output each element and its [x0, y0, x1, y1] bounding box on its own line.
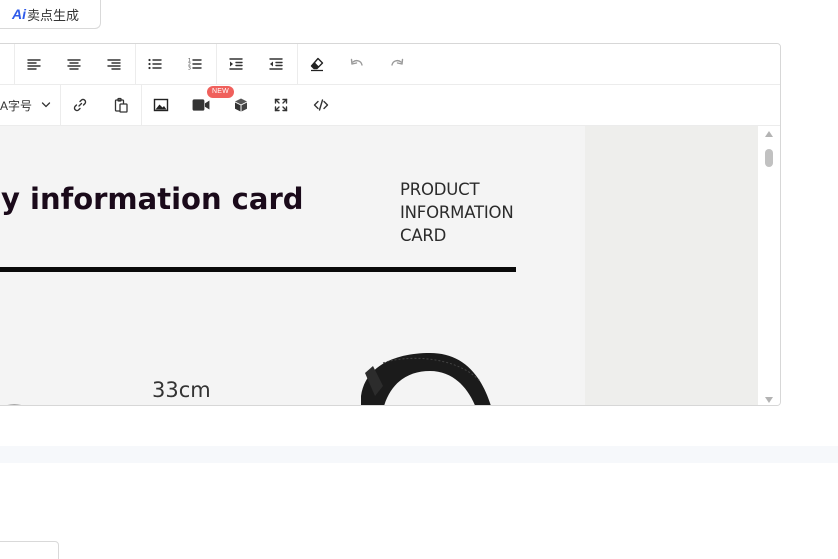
product-bag-strap-image	[361, 353, 491, 405]
clear-format-button[interactable]	[297, 44, 337, 84]
align-center-button[interactable]	[54, 44, 94, 84]
ai-selling-point-button[interactable]: Ai 卖点生成	[0, 0, 101, 29]
align-left-button[interactable]	[14, 44, 54, 84]
code-icon	[313, 99, 329, 111]
cube-icon	[235, 98, 247, 112]
card-subtitle-line: PRODUCT	[400, 180, 480, 199]
bottom-input-box[interactable]	[0, 541, 59, 559]
bullet-list-icon	[148, 58, 162, 70]
scroll-down-arrow-icon[interactable]	[764, 396, 774, 404]
toolbar-row-insert: A字号 NEW	[0, 85, 780, 126]
eraser-icon	[310, 57, 324, 72]
rich-text-editor: 123 A字号 NEW y information card PRODUCT I…	[0, 43, 781, 406]
paste-button[interactable]	[101, 85, 141, 125]
undo-icon	[350, 58, 363, 66]
ai-button-label: 卖点生成	[27, 7, 80, 23]
image-icon	[153, 98, 169, 112]
numbered-list-icon: 123	[188, 58, 202, 72]
card-subtitle-line: INFORMATION	[400, 203, 514, 222]
svg-text:3: 3	[188, 66, 191, 72]
outdent-button[interactable]	[256, 44, 296, 84]
numbered-list-button[interactable]: 123	[175, 44, 215, 84]
card-subtitle: PRODUCT INFORMATION CARD	[400, 178, 530, 247]
redo-button[interactable]	[377, 44, 417, 84]
font-size-select[interactable]: A字号	[0, 85, 57, 125]
fullscreen-icon	[274, 98, 288, 112]
card-title: y information card	[1, 182, 304, 216]
dimension-label: 33cm	[152, 378, 211, 402]
new-badge: NEW	[207, 86, 234, 98]
outdent-icon	[269, 58, 283, 70]
scroll-up-arrow-icon[interactable]	[764, 130, 774, 138]
video-camera-icon	[192, 99, 210, 111]
font-size-label: A字号	[0, 98, 33, 113]
bullet-list-button[interactable]	[135, 44, 175, 84]
fullscreen-button[interactable]	[261, 85, 301, 125]
redo-icon	[391, 58, 404, 66]
editor-content-area[interactable]: y information card PRODUCT INFORMATION C…	[0, 126, 758, 405]
indent-icon	[229, 58, 243, 70]
scrollbar-thumb[interactable]	[765, 149, 773, 167]
card-subtitle-line: CARD	[400, 226, 447, 245]
product-bag-edge-image	[7, 404, 21, 405]
card-divider-line	[0, 267, 516, 272]
undo-button[interactable]	[337, 44, 377, 84]
align-left-icon	[27, 59, 41, 70]
insert-link-button[interactable]	[60, 85, 100, 125]
section-separator	[0, 446, 838, 463]
clipboard-icon	[114, 97, 128, 113]
align-right-icon	[107, 59, 121, 70]
content-side-panel	[585, 126, 758, 405]
align-center-icon	[67, 59, 81, 70]
indent-button[interactable]	[216, 44, 256, 84]
ai-logo-icon: Ai	[12, 6, 26, 22]
align-right-button[interactable]	[94, 44, 134, 84]
toolbar-row-formatting: 123	[0, 44, 780, 85]
chevron-down-icon	[41, 102, 51, 108]
link-icon	[73, 98, 87, 112]
source-code-button[interactable]	[301, 85, 341, 125]
content-scrollbar[interactable]	[758, 126, 780, 405]
insert-image-button[interactable]	[141, 85, 181, 125]
